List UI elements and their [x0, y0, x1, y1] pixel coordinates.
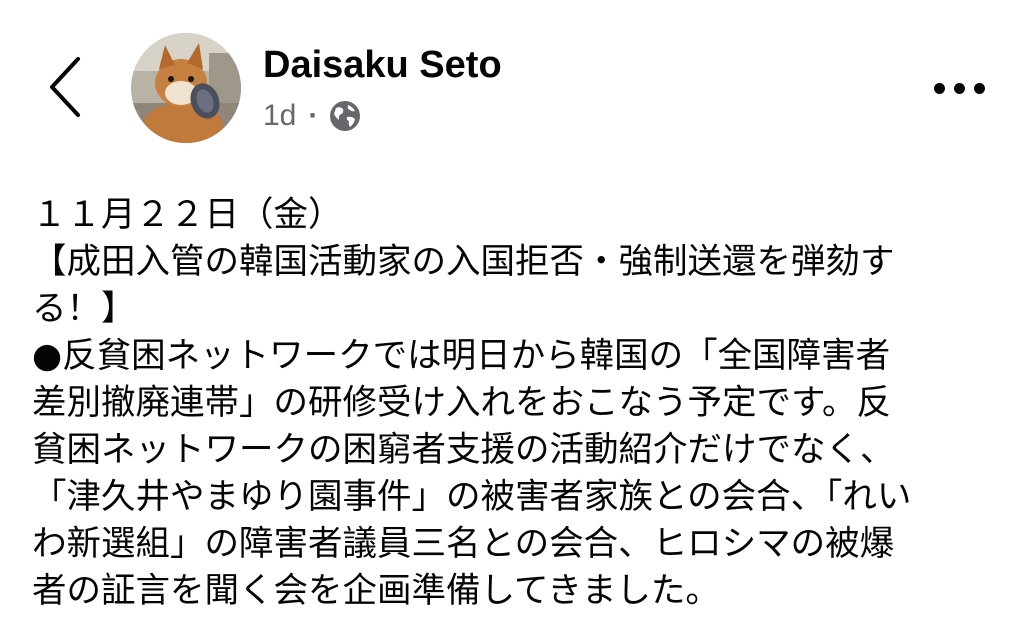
post-timestamp[interactable]: 1d: [263, 99, 296, 133]
chevron-left-icon: [50, 57, 80, 117]
globe-icon[interactable]: [328, 99, 362, 133]
avatar-image: [131, 33, 241, 143]
back-button[interactable]: [40, 52, 90, 122]
more-horizontal-icon: [933, 82, 945, 94]
post-line: 「津久井やまゆり園事件」の被害者家族との会合、「れい: [32, 477, 912, 517]
more-options-button[interactable]: [926, 68, 992, 108]
post-line: 差別撤廃連帯」の研修受け入れをおこなう予定です。反: [32, 383, 892, 423]
post-line: １１月２２日（金）: [32, 195, 343, 235]
post-line: 貧困ネットワークの困窮者支援の活動紹介だけでなく、: [32, 430, 895, 470]
post-line: わ新選組」の障害者議員三名との会合、ヒロシマの被爆: [32, 524, 895, 564]
meta-separator: ·: [308, 99, 319, 132]
more-dot: [953, 82, 965, 94]
post-line: ●反貧困ネットワークでは明日から韓国の「全国障害者: [32, 336, 891, 376]
avatar[interactable]: [131, 33, 241, 143]
author-name[interactable]: Daisaku Seto: [263, 40, 502, 90]
post-body: １１月２２日（金） 【成田入管の韓国活動家の入国拒否・強制送還を弾劾す る！】 …: [32, 192, 992, 615]
post-line: 者の証言を聞く会を企画準備してきました。: [32, 571, 720, 611]
post-line: 【成田入管の韓国活動家の入国拒否・強制送還を弾劾す: [32, 242, 895, 282]
post-meta: 1d ·: [263, 94, 362, 138]
more-dot: [973, 82, 985, 94]
post-line: る！】: [32, 289, 136, 329]
